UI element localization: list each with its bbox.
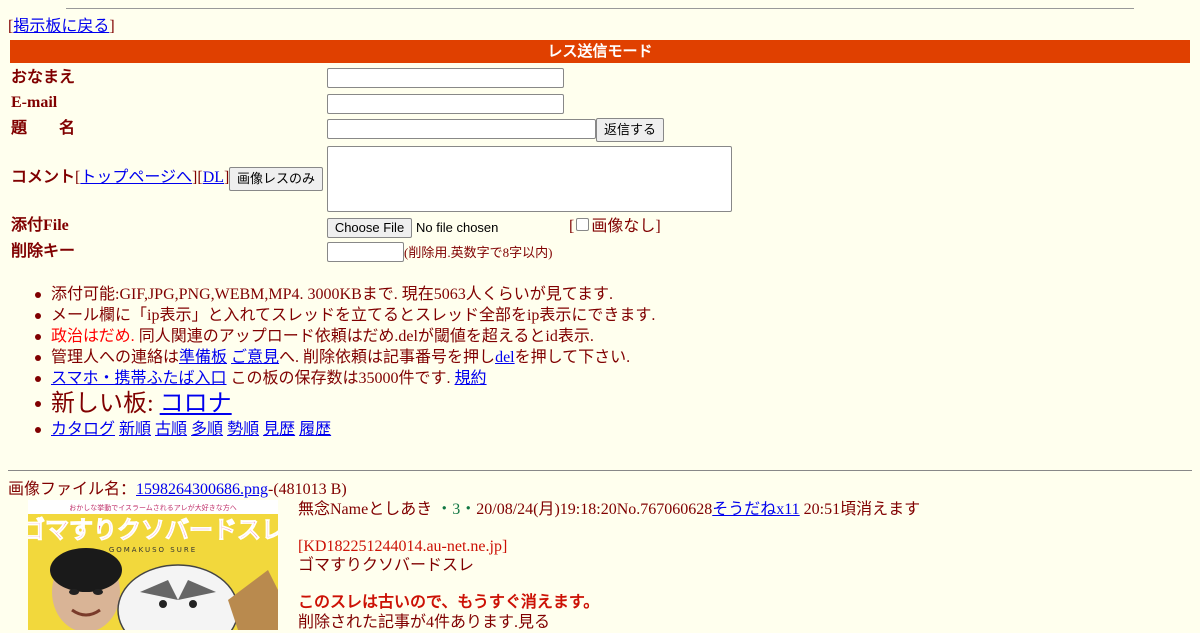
terms-link[interactable]: 規約 [455, 370, 487, 387]
no-image-label: 画像なし [591, 218, 656, 235]
dl-link[interactable]: DL [203, 169, 224, 186]
image-only-reply-button[interactable]: 画像レスのみ [229, 167, 323, 191]
rule-item: メール欄に「ip表示」と入れてスレッドを立てるとスレッド全部をip表示にできます… [34, 307, 656, 324]
comment-label: コメント [11, 169, 76, 186]
post-ip: [KD182251244014.au-net.ne.jp] [298, 538, 508, 555]
new-board-item: 新しい板: コロナ [34, 389, 655, 419]
image-file-link[interactable]: 1598264300686.png [136, 481, 268, 498]
history-link[interactable]: 履歴 [299, 421, 331, 438]
image-file-line: 画像ファイル名：1598264300686.png-(481013 B) [8, 481, 347, 498]
soudane-link[interactable]: そうだねx11 [712, 501, 799, 518]
email-label: E-mail [11, 94, 58, 111]
reply-mode-header: レス送信モード [10, 40, 1190, 63]
delete-key-hint: (削除用.英数字で8字以内) [404, 245, 553, 260]
thumbnail-small-text: おかしな挙動でイスラームされるアレが大好きな方へ [69, 503, 237, 512]
sort-many-link[interactable]: 多順 [191, 421, 223, 438]
no-image-option: [画像なし] [569, 218, 661, 235]
file-label: 添付File [11, 217, 69, 234]
delete-key-label: 削除キー [11, 243, 76, 260]
choose-file-button[interactable]: Choose File [327, 218, 412, 238]
thread-divider [8, 470, 1192, 471]
comment-row: コメント[トップページへ][DL] [11, 169, 230, 186]
thumbnail-title-text: ゴマすりクソバードスレ [28, 516, 278, 544]
rule-item: 政治はだめ. 同人関連のアップロード依頼はだめ.delが閾値を超えるとid表示. [34, 326, 655, 347]
post-datetime: 20/08/24(月)19:18:20No.767060628 [476, 501, 713, 518]
catalog-link[interactable]: カタログ [51, 421, 115, 438]
old-thread-warning: このスレは古いので、もうすぐ消えます。 [298, 594, 600, 611]
rule-item: 管理人への連絡は準備板 ご意見へ. 削除依頼は記事番号を押しdelを押して下さい… [34, 347, 655, 368]
sort-links-item: カタログ 新順 古順 多順 勢順 見歴 履歴 [34, 419, 655, 440]
thumbnail-image: おかしな挙動でイスラームされるアレが大好きな方へ ゴマすりクソバードスレ GOM… [28, 500, 278, 630]
subject-label: 題 名 [11, 120, 76, 137]
deleted-posts-info: 削除された記事が4件あります.見る [298, 614, 551, 631]
rule-item: 添付可能:GIF,JPG,PNG,WEBM,MP4. 3000KBまで. 現在5… [34, 284, 655, 305]
email-input[interactable] [327, 94, 564, 114]
delete-key-input[interactable] [327, 242, 404, 262]
rule-item: スマホ・携帯ふたば入口 この板の保存数は35000件です. 規約 [34, 368, 655, 389]
name-label: おなまえ [11, 69, 76, 86]
sort-new-link[interactable]: 新順 [119, 421, 151, 438]
feedback-link[interactable]: ご意見 [231, 349, 279, 366]
back-nav: [掲示板に戻る] [8, 18, 115, 35]
del-link[interactable]: del [495, 349, 515, 366]
board-rules-list: 添付可能:GIF,JPG,PNG,WEBM,MP4. 3000KBまで. 現在5… [34, 284, 656, 440]
sort-old-link[interactable]: 古順 [155, 421, 187, 438]
comment-textarea[interactable] [327, 146, 732, 212]
view-history-link[interactable]: 見歴 [263, 421, 295, 438]
expire-text: 20:51頃消えます [799, 501, 921, 518]
top-page-link[interactable]: トップページへ [80, 169, 192, 186]
back-to-board-link[interactable]: 掲示板に戻る [13, 18, 109, 35]
sort-momentum-link[interactable]: 勢順 [227, 421, 259, 438]
prep-board-link[interactable]: 準備板 [179, 349, 227, 366]
no-file-chosen-text: No file chosen [416, 220, 499, 235]
no-image-checkbox[interactable] [576, 218, 590, 231]
post-header: 無念Nameとしあき ・3・20/08/24(月)19:18:20No.7670… [298, 501, 921, 518]
submit-reply-button[interactable]: 返信する [596, 118, 664, 142]
post-author: 無念Nameとしあき [298, 501, 433, 518]
subject-input[interactable] [327, 119, 596, 139]
name-input[interactable] [327, 68, 564, 88]
corona-board-link[interactable]: コロナ [160, 391, 232, 417]
top-divider [66, 8, 1134, 9]
thread-thumbnail[interactable]: おかしな挙動でイスラームされるアレが大好きな方へ ゴマすりクソバードスレ GOM… [28, 500, 278, 630]
post-body: ゴマすりクソバードスレ [298, 557, 475, 574]
thumbnail-sub-text: GOMAKUSO SURE [109, 546, 197, 554]
mobile-entrance-link[interactable]: スマホ・携帯ふたば入口 [51, 370, 227, 387]
